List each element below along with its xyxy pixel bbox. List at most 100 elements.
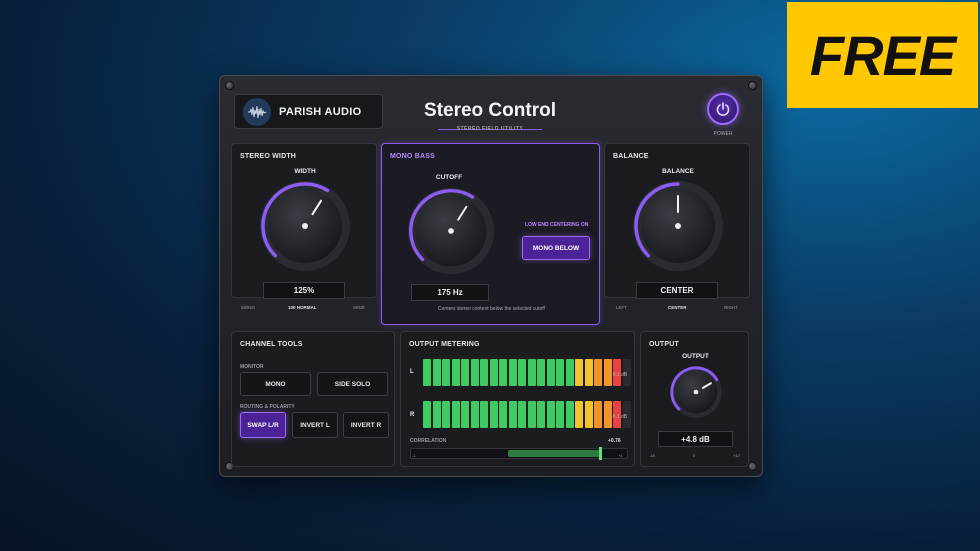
panel-title: BALANCE: [613, 153, 649, 160]
panel-title: CHANNEL TOOLS: [240, 341, 303, 348]
centering-status: LOW END CENTERING ON: [525, 222, 589, 228]
correlation-label: CORRELATION: [410, 438, 447, 444]
meter-segment: [470, 359, 479, 386]
meter-segment: [508, 359, 517, 386]
output-metering-panel: OUTPUT METERING L -5.1 dB R -5.1 dB CORR…: [400, 331, 635, 467]
meter-segment: [423, 359, 431, 386]
mono-bass-description: Centers stereo content below the selecte…: [438, 306, 545, 312]
right-channel-label: R: [410, 412, 415, 418]
scale-right: WIDE: [353, 305, 365, 310]
left-channel-label: L: [410, 369, 414, 375]
meter-segment: [546, 401, 555, 428]
meter-segment: [546, 359, 555, 386]
meter-segment: [499, 359, 507, 386]
screw-icon: [748, 81, 757, 90]
meter-segment: [527, 401, 536, 428]
width-value[interactable]: 125%: [263, 282, 345, 299]
meter-segment: [594, 359, 602, 386]
corr-max: +1: [618, 453, 623, 458]
knob-label: CUTOFF: [435, 174, 463, 181]
free-badge-label: FREE: [809, 23, 956, 87]
panel-title: MONO BASS: [390, 153, 435, 160]
meter-segment: [442, 401, 450, 428]
knob-label: OUTPUT: [682, 353, 709, 360]
cutoff-value[interactable]: 175 Hz: [411, 284, 489, 301]
meter-segment: [575, 359, 583, 386]
screw-icon: [225, 81, 234, 90]
meter-segment: [575, 401, 583, 428]
scale-right: RIGHT: [724, 305, 738, 310]
meter-segment: [451, 359, 460, 386]
meter-segment: [432, 401, 441, 428]
correlation-fill: [508, 450, 602, 457]
panel-title: STEREO WIDTH: [240, 153, 297, 160]
plugin-window: PARISH AUDIO Stereo Control STEREO FIELD…: [219, 75, 763, 477]
meter-segment: [518, 359, 526, 386]
knob-label: BALANCE: [662, 168, 694, 175]
waveform-icon: [243, 97, 271, 126]
monitor-label: MONITOR: [240, 364, 264, 370]
scale-center: 100 NORMAL: [288, 305, 317, 310]
meter-segment: [537, 401, 545, 428]
meter-segment: [508, 401, 517, 428]
width-knob[interactable]: [258, 179, 352, 273]
meter-segment: [480, 401, 488, 428]
plugin-subtitle: STEREO FIELD UTILITY: [456, 126, 524, 132]
meter-segment: [594, 401, 602, 428]
meter-segment: [499, 401, 507, 428]
output-value[interactable]: +4.8 dB: [658, 431, 733, 447]
invert-l-button[interactable]: INVERT L: [292, 412, 338, 438]
routing-label: ROUTING & POLARITY: [240, 404, 295, 410]
mono-below-button[interactable]: MONO BELOW: [522, 236, 590, 260]
left-db: -5.1 dB: [611, 372, 628, 378]
meter-segment: [432, 359, 441, 386]
mono-bass-panel: MONO BASS CUTOFF 175 Hz LOW END CENTERIN…: [381, 143, 600, 325]
stereo-width-panel: STEREO WIDTH WIDTH 125% MONO 100 NORMAL …: [231, 143, 377, 310]
brand-logo: PARISH AUDIO: [234, 94, 383, 129]
meter-segment: [537, 359, 545, 386]
correlation-marker: [599, 447, 603, 460]
right-db: -5.1 dB: [611, 414, 628, 420]
cutoff-knob[interactable]: [406, 186, 496, 276]
meter-segment: [518, 401, 526, 428]
correlation-value: +0.76: [608, 438, 621, 444]
scale-left: LEFT: [616, 305, 628, 310]
scale-center: 0: [693, 453, 696, 458]
meter-segment: [584, 359, 593, 386]
brand-name: PARISH AUDIO: [279, 105, 362, 118]
meter-segment: [556, 359, 564, 386]
meter-segment: [556, 401, 564, 428]
knob-label: WIDTH: [294, 168, 316, 175]
channel-tools-panel: CHANNEL TOOLS MONITOR MONO SIDE SOLO ROU…: [231, 331, 395, 467]
meter-segment: [565, 359, 574, 386]
panel-title: OUTPUT METERING: [409, 341, 480, 348]
panel-title: OUTPUT: [649, 341, 679, 348]
meter-segment: [451, 401, 460, 428]
meter-segment: [423, 401, 431, 428]
plugin-title: Stereo Control: [424, 100, 556, 121]
invert-r-button[interactable]: INVERT R: [343, 412, 389, 438]
meter-segment: [527, 359, 536, 386]
swap-lr-button[interactable]: SWAP L/R: [240, 412, 286, 438]
free-badge: FREE: [787, 2, 978, 108]
power-icon: [716, 102, 730, 116]
power-button[interactable]: [707, 93, 739, 125]
screw-icon: [748, 462, 757, 471]
meter-segment: [480, 359, 488, 386]
meter-segment: [565, 401, 574, 428]
output-knob[interactable]: [669, 365, 723, 419]
scale-center: CENTER: [668, 305, 687, 310]
balance-knob[interactable]: [631, 179, 725, 273]
output-panel: OUTPUT OUTPUT +4.8 dB -18 0 +12: [640, 331, 749, 467]
scale-right: +12: [733, 453, 740, 458]
correlation-meter: [410, 447, 628, 460]
side-solo-button[interactable]: SIDE SOLO: [317, 372, 388, 396]
meter-segment: [470, 401, 479, 428]
left-meter: [423, 359, 631, 386]
mono-button[interactable]: MONO: [240, 372, 311, 396]
meter-segment: [489, 359, 498, 386]
meter-segment: [584, 401, 593, 428]
balance-value[interactable]: CENTER: [636, 282, 718, 299]
corr-min: -1: [412, 453, 416, 458]
scale-left: -18: [649, 453, 655, 458]
